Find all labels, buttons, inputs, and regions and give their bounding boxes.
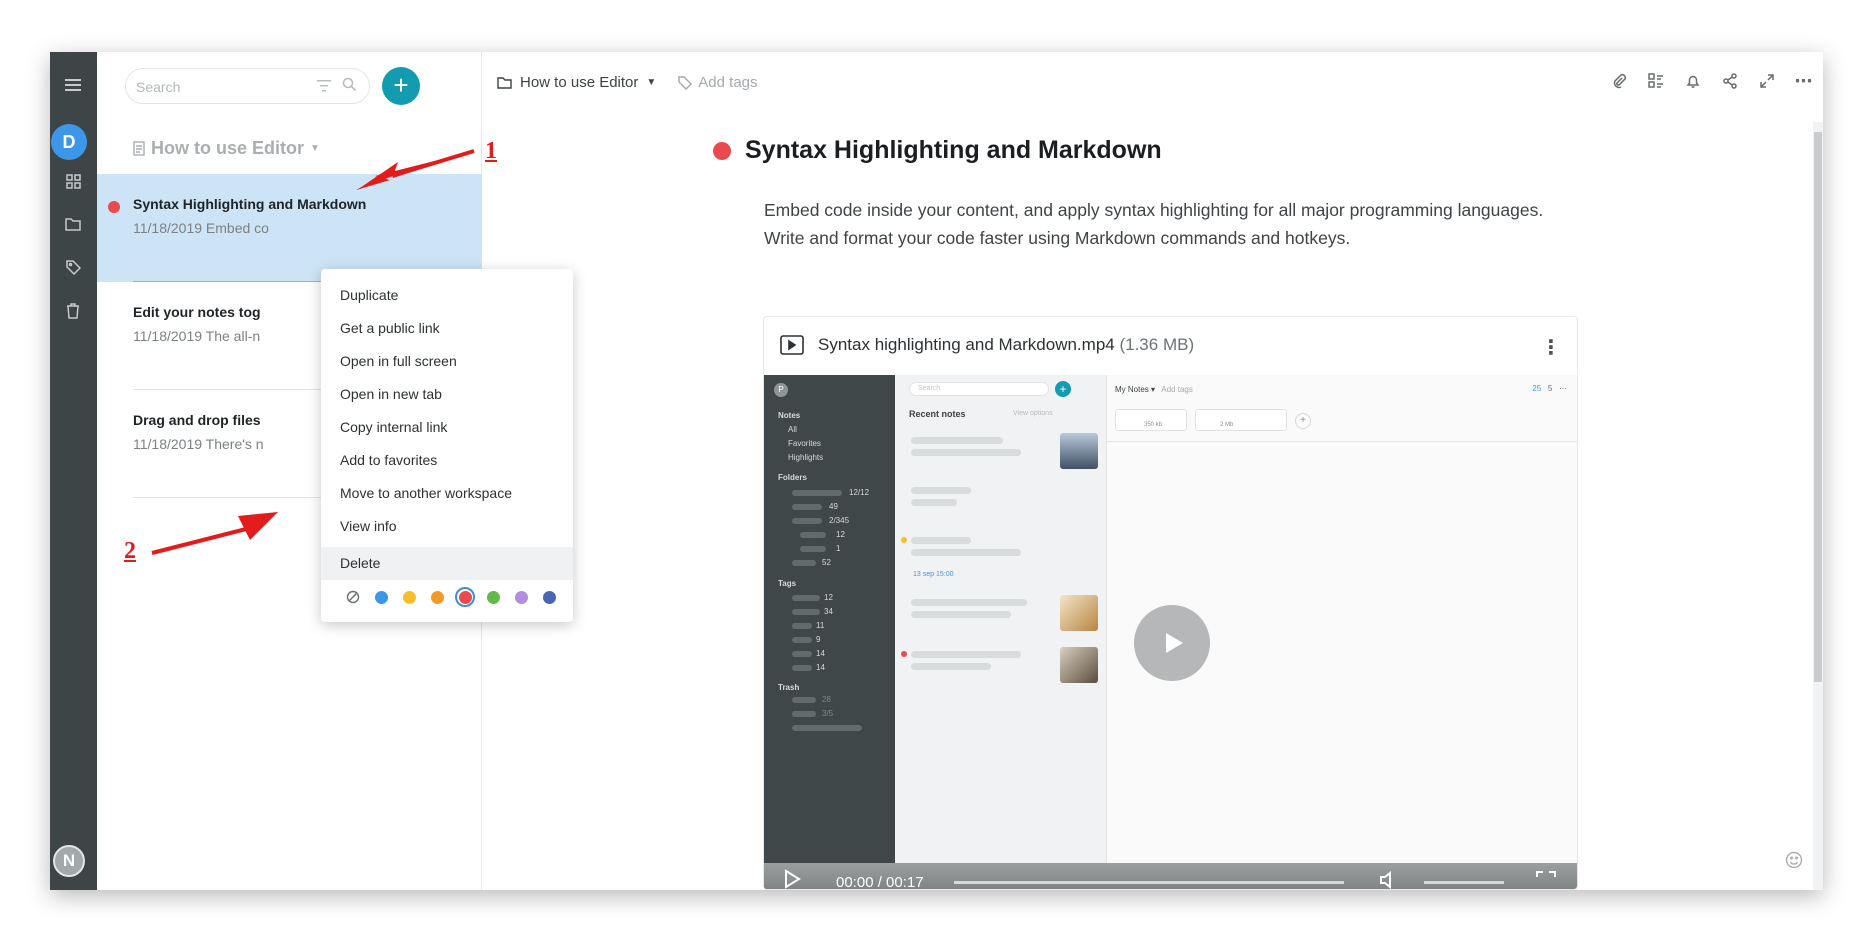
annotation-2: 2 [124,538,136,564]
annotation-1: 1 [485,138,497,164]
annotation-arrows [151,149,475,555]
